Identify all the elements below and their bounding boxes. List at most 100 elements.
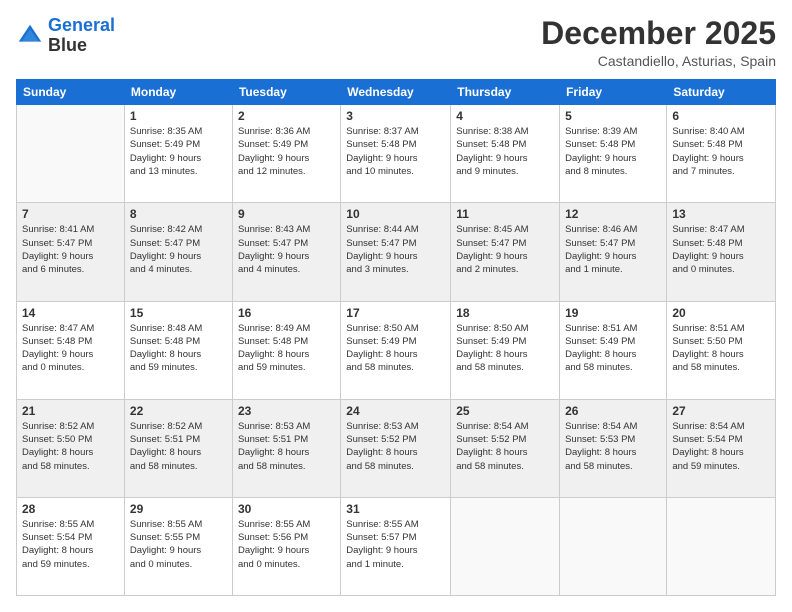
calendar-day-cell: 26Sunrise: 8:54 AMSunset: 5:53 PMDayligh… [560,399,667,497]
day-info: Sunrise: 8:41 AMSunset: 5:47 PMDaylight:… [22,223,119,276]
day-info: Sunrise: 8:35 AMSunset: 5:49 PMDaylight:… [130,125,227,178]
day-info: Sunrise: 8:48 AMSunset: 5:48 PMDaylight:… [130,322,227,375]
day-info: Sunrise: 8:36 AMSunset: 5:49 PMDaylight:… [238,125,335,178]
calendar-day-cell: 19 Sunrise: 8:51 AMSunset: 5:49 PMDayligh… [560,301,667,399]
day-number: 11 [456,207,554,221]
day-number: 7 [22,207,119,221]
day-info: Sunrise: 8:52 AMSunset: 5:51 PMDaylight:… [130,420,227,473]
day-info: Sunrise: 8:45 AMSunset: 5:47 PMDaylight:… [456,223,554,276]
day-number: 30 [238,502,335,516]
calendar-day-cell: 28 Sunrise: 8:55 AMSunset: 5:54 PMDayligh… [17,497,125,595]
day-number: 28 [22,502,119,516]
calendar-day-cell [17,105,125,203]
logo-text: General Blue [48,16,115,56]
day-number: 20 [672,306,770,320]
calendar-day-cell: 17Sunrise: 8:50 AMSunset: 5:49 PMDayligh… [341,301,451,399]
day-info: Sunrise: 8:44 AMSunset: 5:47 PMDaylight:… [346,223,445,276]
month-title: December 2025 [541,16,776,51]
calendar-day-cell: 10 Sunrise: 8:44 AMSunset: 5:47 PMDayligh… [341,203,451,301]
day-number: 26 [565,404,661,418]
day-number: 18 [456,306,554,320]
day-number: 15 [130,306,227,320]
page: General Blue December 2025 Castandiello,… [0,0,792,612]
day-info: Sunrise: 8:54 AMSunset: 5:52 PMDaylight:… [456,420,554,473]
header-friday: Friday [560,80,667,105]
day-number: 5 [565,109,661,123]
day-info: Sunrise: 8:55 AMSunset: 5:57 PMDaylight:… [346,518,445,571]
day-info: Sunrise: 8:50 AMSunset: 5:49 PMDaylight:… [456,322,554,375]
calendar-day-cell: 14Sunrise: 8:47 AMSunset: 5:48 PMDayligh… [17,301,125,399]
calendar-day-cell: 2 Sunrise: 8:36 AMSunset: 5:49 PMDaylight… [232,105,340,203]
day-number: 8 [130,207,227,221]
day-info: Sunrise: 8:55 AMSunset: 5:54 PMDaylight:… [22,518,119,571]
calendar-week-row: 1 Sunrise: 8:35 AMSunset: 5:49 PMDaylight… [17,105,776,203]
header-monday: Monday [124,80,232,105]
day-number: 27 [672,404,770,418]
calendar-day-cell [451,497,560,595]
calendar-day-cell: 21Sunrise: 8:52 AMSunset: 5:50 PMDayligh… [17,399,125,497]
day-number: 31 [346,502,445,516]
calendar-week-row: 28 Sunrise: 8:55 AMSunset: 5:54 PMDayligh… [17,497,776,595]
day-info: Sunrise: 8:37 AMSunset: 5:48 PMDaylight:… [346,125,445,178]
calendar-day-cell: 16 Sunrise: 8:49 AMSunset: 5:48 PMDayligh… [232,301,340,399]
day-info: Sunrise: 8:43 AMSunset: 5:47 PMDaylight:… [238,223,335,276]
day-info: Sunrise: 8:49 AMSunset: 5:48 PMDaylight:… [238,322,335,375]
header-tuesday: Tuesday [232,80,340,105]
day-number: 2 [238,109,335,123]
calendar-day-cell: 6Sunrise: 8:40 AMSunset: 5:48 PMDaylight… [667,105,776,203]
header-saturday: Saturday [667,80,776,105]
header-thursday: Thursday [451,80,560,105]
calendar-day-cell: 27 Sunrise: 8:54 AMSunset: 5:54 PMDayligh… [667,399,776,497]
calendar-day-cell: 5 Sunrise: 8:39 AMSunset: 5:48 PMDaylight… [560,105,667,203]
day-info: Sunrise: 8:55 AMSunset: 5:56 PMDaylight:… [238,518,335,571]
day-number: 6 [672,109,770,123]
calendar-day-cell: 4Sunrise: 8:38 AMSunset: 5:48 PMDaylight… [451,105,560,203]
header-wednesday: Wednesday [341,80,451,105]
day-info: Sunrise: 8:54 AMSunset: 5:54 PMDaylight:… [672,420,770,473]
day-number: 1 [130,109,227,123]
day-number: 23 [238,404,335,418]
calendar-day-cell: 30 Sunrise: 8:55 AMSunset: 5:56 PMDayligh… [232,497,340,595]
header-sunday: Sunday [17,80,125,105]
calendar-day-cell: 29 Sunrise: 8:55 AMSunset: 5:55 PMDayligh… [124,497,232,595]
day-number: 19 [565,306,661,320]
location-subtitle: Castandiello, Asturias, Spain [541,53,776,69]
calendar-week-row: 21Sunrise: 8:52 AMSunset: 5:50 PMDayligh… [17,399,776,497]
day-info: Sunrise: 8:39 AMSunset: 5:48 PMDaylight:… [565,125,661,178]
day-number: 4 [456,109,554,123]
calendar-day-cell [667,497,776,595]
day-number: 12 [565,207,661,221]
calendar-day-cell: 13Sunrise: 8:47 AMSunset: 5:48 PMDayligh… [667,203,776,301]
calendar-day-cell: 11 Sunrise: 8:45 AMSunset: 5:47 PMDayligh… [451,203,560,301]
day-number: 14 [22,306,119,320]
day-info: Sunrise: 8:50 AMSunset: 5:49 PMDaylight:… [346,322,445,375]
calendar-day-cell: 23 Sunrise: 8:53 AMSunset: 5:51 PMDayligh… [232,399,340,497]
day-info: Sunrise: 8:51 AMSunset: 5:49 PMDaylight:… [565,322,661,375]
day-number: 25 [456,404,554,418]
day-number: 16 [238,306,335,320]
logo-icon [16,22,44,50]
calendar-day-cell: 22 Sunrise: 8:52 AMSunset: 5:51 PMDayligh… [124,399,232,497]
calendar-day-cell: 1 Sunrise: 8:35 AMSunset: 5:49 PMDaylight… [124,105,232,203]
calendar-table: Sunday Monday Tuesday Wednesday Thursday… [16,79,776,596]
calendar-day-cell: 8 Sunrise: 8:42 AMSunset: 5:47 PMDaylight… [124,203,232,301]
day-number: 22 [130,404,227,418]
day-number: 24 [346,404,445,418]
calendar-day-cell: 31 Sunrise: 8:55 AMSunset: 5:57 PMDayligh… [341,497,451,595]
day-info: Sunrise: 8:55 AMSunset: 5:55 PMDaylight:… [130,518,227,571]
calendar-day-cell: 3Sunrise: 8:37 AMSunset: 5:48 PMDaylight… [341,105,451,203]
calendar-day-cell [560,497,667,595]
day-info: Sunrise: 8:46 AMSunset: 5:47 PMDaylight:… [565,223,661,276]
calendar-day-cell: 25 Sunrise: 8:54 AMSunset: 5:52 PMDayligh… [451,399,560,497]
day-info: Sunrise: 8:42 AMSunset: 5:47 PMDaylight:… [130,223,227,276]
day-info: Sunrise: 8:53 AMSunset: 5:51 PMDaylight:… [238,420,335,473]
calendar-day-cell: 18 Sunrise: 8:50 AMSunset: 5:49 PMDayligh… [451,301,560,399]
day-info: Sunrise: 8:47 AMSunset: 5:48 PMDaylight:… [672,223,770,276]
calendar-day-cell: 9Sunrise: 8:43 AMSunset: 5:47 PMDaylight… [232,203,340,301]
calendar-day-cell: 15 Sunrise: 8:48 AMSunset: 5:48 PMDayligh… [124,301,232,399]
day-number: 29 [130,502,227,516]
calendar-day-cell: 24Sunrise: 8:53 AMSunset: 5:52 PMDayligh… [341,399,451,497]
day-number: 10 [346,207,445,221]
calendar-day-cell: 20Sunrise: 8:51 AMSunset: 5:50 PMDayligh… [667,301,776,399]
title-block: December 2025 Castandiello, Asturias, Sp… [541,16,776,69]
